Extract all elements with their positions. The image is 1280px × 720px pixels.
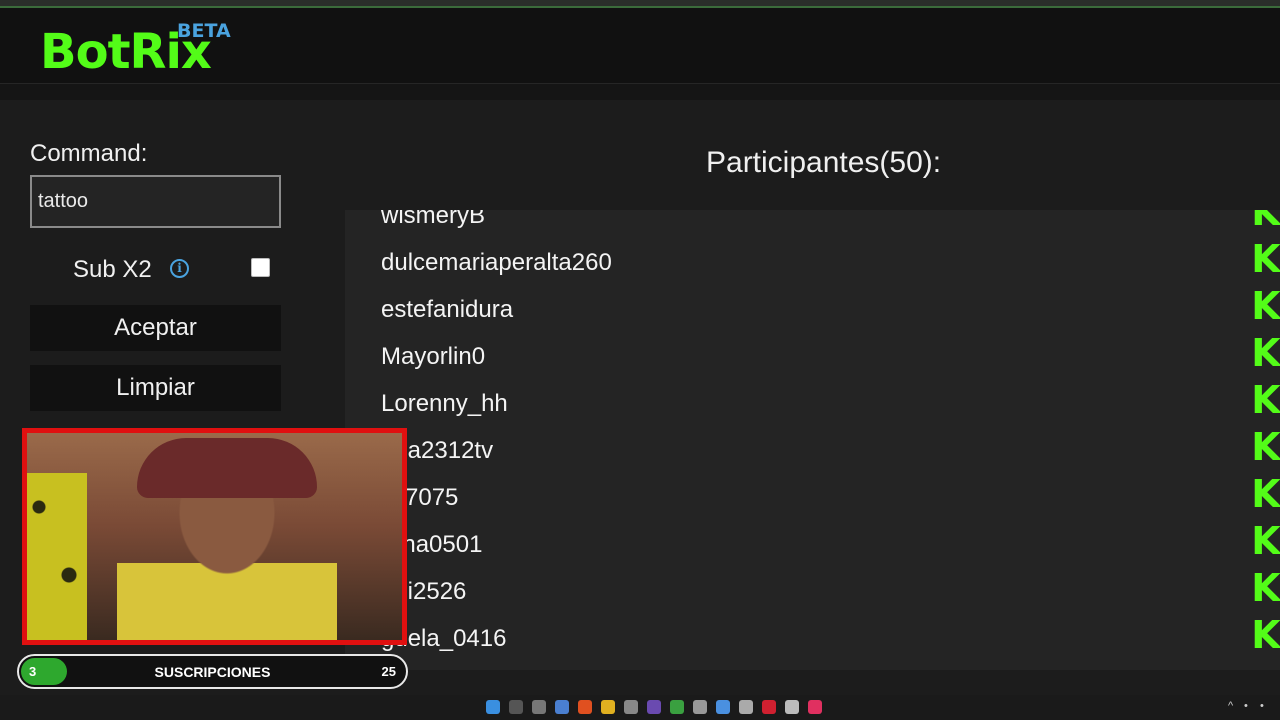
kick-icon: K [1251,519,1280,563]
list-item: li07075 K [381,475,1280,523]
task-view-icon[interactable] [532,700,546,714]
sub-x2-row: Sub X2 i [30,250,281,288]
list-item: estefanidura K [381,287,1280,335]
participants-title: Participantes(50): [706,146,942,179]
search-icon[interactable] [509,700,523,714]
command-label: Command: [30,140,148,167]
list-item: dulcemariaperalta260 K [381,240,1280,288]
tray-chevron-icon[interactable]: ^ [1228,700,1233,712]
browser-icon[interactable] [670,700,684,714]
participant-name: dulcemariaperalta260 [381,249,612,276]
webcam-overlay [22,428,407,645]
command-input[interactable] [30,175,281,228]
app-icon[interactable] [716,700,730,714]
tray-icon[interactable]: • [1244,700,1248,712]
obs-icon[interactable] [739,700,753,714]
list-item: Lorenny_hh K [381,381,1280,429]
subscriptions-label: SUSCRIPCIONES [154,664,271,680]
discord-icon[interactable] [647,700,661,714]
kick-icon: K [1251,566,1280,610]
subscriptions-progress-bar: 3 SUSCRIPCIONES 25 [17,654,408,689]
info-icon[interactable]: i [170,259,189,278]
header-subbar [0,84,1280,100]
kick-icon: K [1251,425,1280,469]
kick-icon: K [1251,331,1280,375]
subscriptions-goal: 25 [381,664,396,679]
browser-top-strip [0,0,1280,8]
kick-icon: K [1251,284,1280,328]
list-item: Mayorlin0 K [381,334,1280,382]
webcam-leopard-cloth [27,473,87,640]
tiktok-icon[interactable] [808,700,822,714]
list-item: arii2526 K [381,569,1280,617]
kick-icon: K [1251,378,1280,422]
app-header: BotRix BETA [0,8,1280,84]
start-icon[interactable] [486,700,500,714]
kick-icon: K [1251,210,1280,234]
list-item: guela_0416 K [381,616,1280,664]
clear-button[interactable]: Limpiar [30,365,281,411]
list-item: wismeryB K [381,210,1280,241]
participant-name: estefanidura [381,296,514,323]
sub-x2-checkbox[interactable] [251,258,270,277]
app-icon[interactable] [693,700,707,714]
app-icon[interactable] [624,700,638,714]
kick-icon: K [1251,237,1280,281]
chrome-icon[interactable] [555,700,569,714]
media-icon[interactable] [785,700,799,714]
webcam-cap [137,438,317,498]
accept-button[interactable]: Aceptar [30,305,281,351]
kick-icon: K [1251,472,1280,516]
participant-name: Lorenny_hh [381,390,508,417]
tray-icon[interactable]: • [1260,700,1264,712]
brave-icon[interactable] [578,700,592,714]
participant-name: wismeryB [381,210,486,229]
folder-icon[interactable] [601,700,615,714]
kick-icon: K [1251,613,1280,657]
participants-list[interactable]: wismeryB K dulcemariaperalta260 K estefa… [345,210,1280,670]
os-taskbar: ^ • • [0,695,1280,720]
list-item: aria2312tv K [381,428,1280,476]
sub-x2-label: Sub X2 [73,256,152,283]
list-item: rena0501 K [381,522,1280,570]
app-icon[interactable] [762,700,776,714]
participant-name: Mayorlin0 [381,343,486,370]
beta-badge: BETA [177,20,231,42]
